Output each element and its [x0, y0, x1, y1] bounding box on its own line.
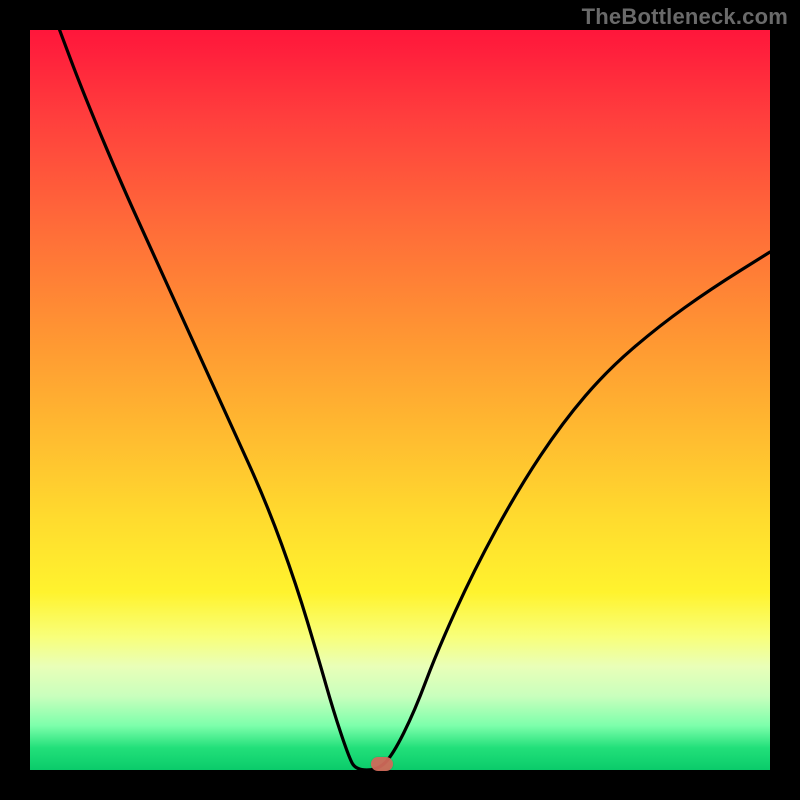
watermark-text: TheBottleneck.com — [582, 4, 788, 30]
optimal-marker — [371, 757, 393, 771]
bottleneck-curve — [30, 30, 770, 770]
chart-frame: TheBottleneck.com — [0, 0, 800, 800]
plot-area — [30, 30, 770, 770]
